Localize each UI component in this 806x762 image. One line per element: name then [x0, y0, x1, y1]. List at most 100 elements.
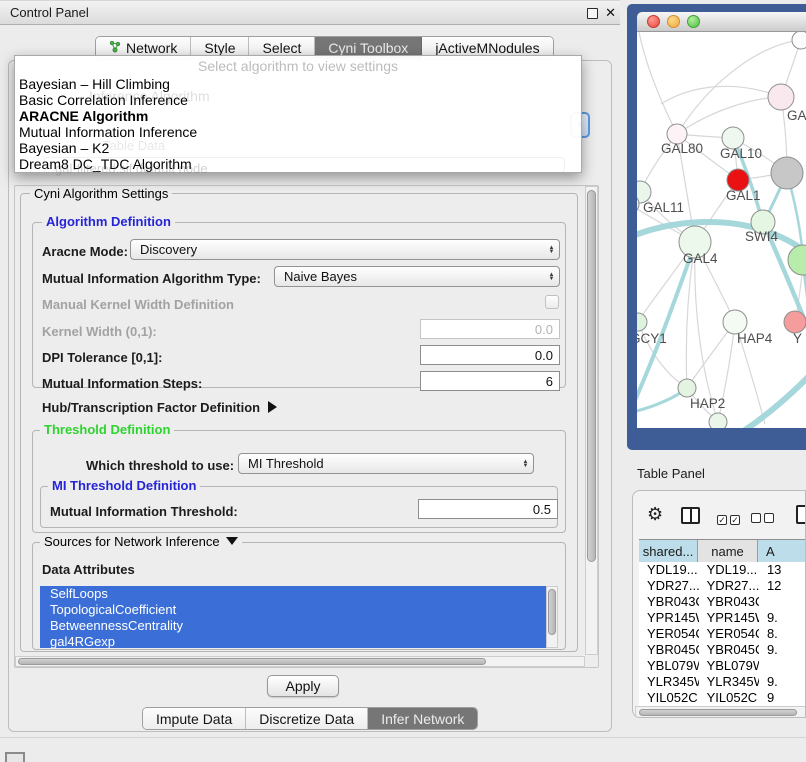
- popup-item-aracne-algorithm[interactable]: ARACNE Algorithm: [15, 108, 581, 124]
- node-label-gal: GAL: [787, 108, 806, 123]
- table-header: shared...nameA: [639, 539, 806, 563]
- table-cell: YER054C: [639, 626, 699, 642]
- network-node-gal[interactable]: [768, 84, 794, 110]
- network-canvas[interactable]: GALGAL80GAL10GAL1GAL11SWI4GAL4GCY1HAP4YH…: [637, 32, 806, 428]
- apply-button[interactable]: Apply: [267, 675, 339, 697]
- mi-steps-field[interactable]: 6: [420, 371, 560, 391]
- hub-definition-toggle[interactable]: Hub/Transcription Factor Definition: [42, 400, 277, 415]
- dpi-tolerance-field[interactable]: 0.0: [420, 345, 560, 365]
- table-cell: 9.: [759, 642, 806, 658]
- control-panel-title: Control Panel: [10, 5, 89, 20]
- minimized-panel-icon[interactable]: [5, 752, 25, 762]
- mi-threshold-field[interactable]: 0.5: [418, 499, 558, 519]
- popup-item-bayesian-k2[interactable]: Bayesian – K2: [15, 140, 581, 156]
- table-row[interactable]: YDL19...YDL19...13: [639, 562, 806, 578]
- table-cell: 9.: [759, 610, 806, 626]
- combo-arrows-icon: ▲▼: [518, 454, 533, 473]
- network-node-gcy1[interactable]: [637, 313, 647, 331]
- app-window: Control Panel ✕ NetworkStyleSelectCyni T…: [0, 0, 806, 762]
- node-label-gcy1: GCY1: [637, 331, 667, 346]
- popup-item-mutual-information-inference[interactable]: Mutual Information Inference: [15, 124, 581, 140]
- manual-kernel-width-checkbox[interactable]: [545, 295, 559, 309]
- settings-hscrollbar[interactable]: [15, 656, 585, 667]
- close-icon[interactable]: ✕: [605, 5, 616, 21]
- node-label-gal11: GAL11: [643, 200, 684, 215]
- table-row[interactable]: YPR145WYPR145W9.: [639, 610, 806, 626]
- network-node[interactable]: [709, 413, 727, 428]
- float-window-icon[interactable]: [587, 8, 598, 19]
- table-row[interactable]: YER054CYER054C8.: [639, 626, 806, 642]
- column-header-a[interactable]: A: [758, 540, 806, 562]
- popup-hint: Select algorithm to view settings: [15, 57, 581, 76]
- table-cell: YLR345W: [639, 674, 699, 690]
- table-cell: 12: [759, 578, 806, 594]
- table-cell: YLR345W: [699, 674, 759, 690]
- attribute-item-gal4rgexp[interactable]: gal4RGexp: [40, 634, 546, 648]
- zoom-traffic-light[interactable]: [687, 15, 700, 28]
- table-hscrollbar-thumb[interactable]: [639, 709, 797, 716]
- deselect-all-icon[interactable]: [751, 510, 777, 528]
- cyni-algorithm-settings-title: Cyni Algorithm Settings: [30, 187, 172, 201]
- table-cell: YER054C: [699, 626, 759, 642]
- attribute-item-selfloops[interactable]: SelfLoops: [40, 586, 546, 602]
- kernel-width-label: Kernel Width (0,1):: [42, 324, 157, 339]
- kernel-width-field[interactable]: 0.0: [420, 319, 560, 339]
- bottom-divider: [0, 737, 806, 738]
- column-header-name[interactable]: name: [698, 540, 758, 562]
- network-node[interactable]: [792, 32, 806, 49]
- node-label-gal10: GAL10: [720, 146, 762, 161]
- tab-impute-data[interactable]: Impute Data: [143, 708, 246, 729]
- attributes-scrollbar[interactable]: [546, 586, 558, 648]
- table-file-icon[interactable]: [796, 505, 806, 524]
- close-traffic-light[interactable]: [647, 15, 660, 28]
- table-cell: [759, 594, 806, 610]
- tab-infer-network[interactable]: Infer Network: [368, 708, 477, 729]
- network-node-y[interactable]: [784, 311, 806, 333]
- network-node[interactable]: [771, 157, 803, 189]
- mi-algorithm-type-select[interactable]: Naive Bayes ▲▼: [274, 266, 560, 287]
- table-hscrollbar[interactable]: [635, 706, 806, 718]
- algorithm-popup: Select algorithm to view settings Bayesi…: [14, 55, 582, 173]
- minimize-traffic-light[interactable]: [667, 15, 680, 28]
- combo-arrows-icon: ▲▼: [544, 240, 559, 259]
- table-cell: 9.: [759, 674, 806, 690]
- table-row[interactable]: YIL052CYIL052C9: [639, 690, 806, 706]
- select-all-icon[interactable]: ✓✓: [717, 510, 743, 528]
- attributes-scrollbar-thumb[interactable]: [548, 589, 556, 635]
- node-label-hap2: HAP2: [690, 396, 725, 411]
- network-node[interactable]: [788, 245, 806, 275]
- table-cell: 8.: [759, 626, 806, 642]
- table-row[interactable]: YBR045CYBR045C9.: [639, 642, 806, 658]
- attribute-item-topologicalcoefficient[interactable]: TopologicalCoefficient: [40, 602, 546, 618]
- table-cell: YBL079W: [699, 658, 759, 674]
- settings-vscrollbar[interactable]: [585, 186, 598, 655]
- table-cell: YDR27...: [699, 578, 759, 594]
- settings-vscrollbar-thumb[interactable]: [587, 190, 596, 562]
- columns-icon[interactable]: [681, 507, 700, 524]
- table-cell: YPR145W: [699, 610, 759, 626]
- attribute-item-betweennesscentrality[interactable]: BetweennessCentrality: [40, 618, 546, 634]
- table-row[interactable]: YBL079WYBL079W: [639, 658, 806, 674]
- data-attributes-label: Data Attributes: [42, 562, 135, 577]
- which-threshold-label: Which threshold to use:: [86, 458, 234, 473]
- tab-discretize-data[interactable]: Discretize Data: [246, 708, 368, 729]
- table-cell: YDR27...: [639, 578, 699, 594]
- node-label-gal80: GAL80: [661, 141, 703, 156]
- table-row[interactable]: YDR27...YDR27...12: [639, 578, 806, 594]
- network-node-hap2[interactable]: [678, 379, 696, 397]
- which-threshold-select[interactable]: MI Threshold ▲▼: [238, 453, 534, 474]
- network-icon: [109, 40, 121, 56]
- table-row[interactable]: YBR043CYBR043C: [639, 594, 806, 610]
- settings-hscrollbar-thumb[interactable]: [18, 658, 486, 665]
- table-cell: YDL19...: [639, 562, 699, 578]
- table-panel: ⚙ ✓✓ shared...nameA YDL19...YDL19...13YD…: [632, 490, 806, 718]
- table-cell: YBR045C: [639, 642, 699, 658]
- network-window-titlebar: [637, 12, 806, 32]
- gear-icon[interactable]: ⚙: [647, 504, 663, 525]
- ghost-inference-label: Inference Algorithm: [89, 88, 210, 104]
- column-header-shared[interactable]: shared...: [639, 540, 698, 562]
- table-row[interactable]: YLR345WYLR345W9.: [639, 674, 806, 690]
- table-cell: YBR043C: [699, 594, 759, 610]
- aracne-mode-select[interactable]: Discovery ▲▼: [130, 239, 560, 260]
- sources-title[interactable]: Sources for Network Inference: [40, 535, 242, 549]
